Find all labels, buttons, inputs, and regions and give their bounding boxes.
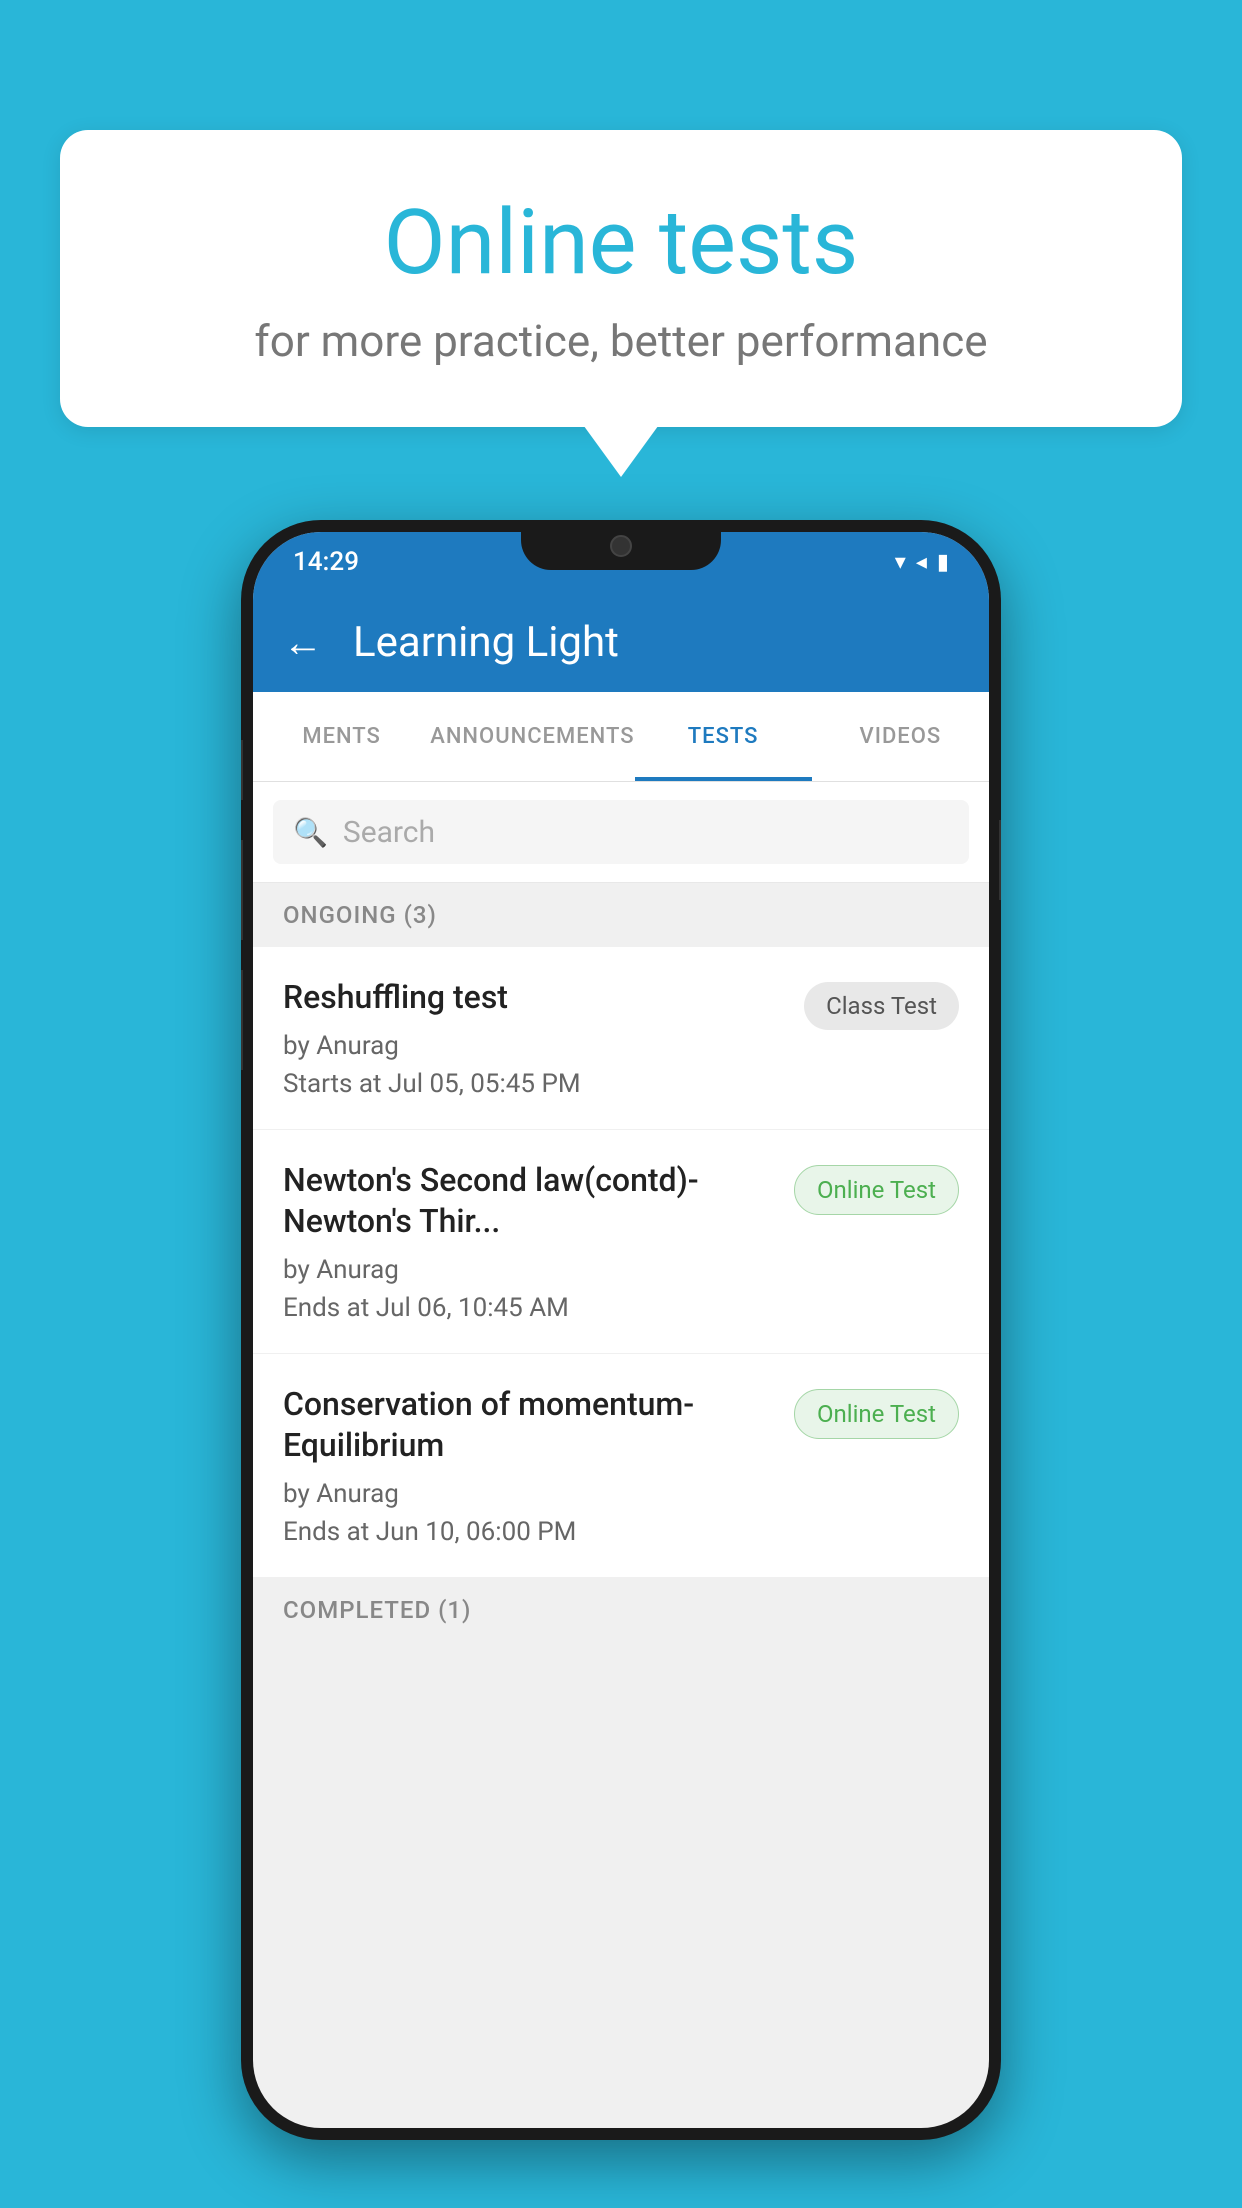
tab-ments[interactable]: MENTS (253, 692, 430, 781)
test-name-2: Newton's Second law(contd)-Newton's Thir… (283, 1160, 774, 1243)
speech-bubble-container: Online tests for more practice, better p… (60, 130, 1182, 427)
tab-announcements[interactable]: ANNOUNCEMENTS (430, 692, 634, 781)
test-badge-2: Online Test (794, 1165, 959, 1215)
test-author-3: by Anurag (283, 1479, 774, 1509)
phone-notch (521, 520, 721, 570)
test-item-2[interactable]: Newton's Second law(contd)-Newton's Thir… (253, 1130, 989, 1354)
volume-up-button[interactable] (241, 740, 243, 800)
test-time-3: Ends at Jun 10, 06:00 PM (283, 1517, 774, 1547)
back-button[interactable]: ← (283, 619, 323, 666)
front-camera (610, 535, 632, 557)
test-info-3: Conservation of momentum-Equilibrium by … (283, 1384, 774, 1547)
test-info-1: Reshuffling test by Anurag Starts at Jul… (283, 977, 784, 1099)
test-time-1: Starts at Jul 05, 05:45 PM (283, 1069, 784, 1099)
test-item-1[interactable]: Reshuffling test by Anurag Starts at Jul… (253, 947, 989, 1130)
app-bar: ← Learning Light (253, 592, 989, 692)
status-time: 14:29 (293, 547, 359, 577)
search-placeholder: Search (343, 815, 435, 850)
battery-icon: ▮ (937, 550, 949, 575)
search-container: 🔍 Search (253, 782, 989, 883)
tab-tests[interactable]: TESTS (635, 692, 812, 781)
test-time-2: Ends at Jul 06, 10:45 AM (283, 1293, 774, 1323)
search-icon: 🔍 (293, 816, 328, 849)
test-list: Reshuffling test by Anurag Starts at Jul… (253, 947, 989, 1578)
signal-icon: ◂ (916, 550, 927, 575)
test-badge-3: Online Test (794, 1389, 959, 1439)
phone-frame: 14:29 ▾ ◂ ▮ ← Learning Light MENTS ANNOU… (241, 520, 1001, 2140)
volume-down-button[interactable] (241, 840, 243, 940)
ongoing-section-header: ONGOING (3) (253, 883, 989, 947)
speech-bubble: Online tests for more practice, better p… (60, 130, 1182, 427)
power-button[interactable] (999, 820, 1001, 900)
status-icons: ▾ ◂ ▮ (895, 550, 949, 575)
test-item-3[interactable]: Conservation of momentum-Equilibrium by … (253, 1354, 989, 1578)
bubble-subtitle: for more practice, better performance (140, 315, 1102, 367)
silent-button[interactable] (241, 970, 243, 1070)
phone-screen: 14:29 ▾ ◂ ▮ ← Learning Light MENTS ANNOU… (253, 532, 989, 2128)
wifi-icon: ▾ (895, 550, 906, 575)
tab-videos[interactable]: VIDEOS (812, 692, 989, 781)
search-input[interactable]: 🔍 Search (273, 800, 969, 864)
test-name-1: Reshuffling test (283, 977, 784, 1019)
bubble-title: Online tests (140, 190, 1102, 295)
tab-bar: MENTS ANNOUNCEMENTS TESTS VIDEOS (253, 692, 989, 782)
test-badge-1: Class Test (804, 982, 959, 1030)
test-info-2: Newton's Second law(contd)-Newton's Thir… (283, 1160, 774, 1323)
test-author-1: by Anurag (283, 1031, 784, 1061)
app-title: Learning Light (353, 618, 619, 667)
test-author-2: by Anurag (283, 1255, 774, 1285)
completed-section-header: COMPLETED (1) (253, 1578, 989, 1642)
test-name-3: Conservation of momentum-Equilibrium (283, 1384, 774, 1467)
